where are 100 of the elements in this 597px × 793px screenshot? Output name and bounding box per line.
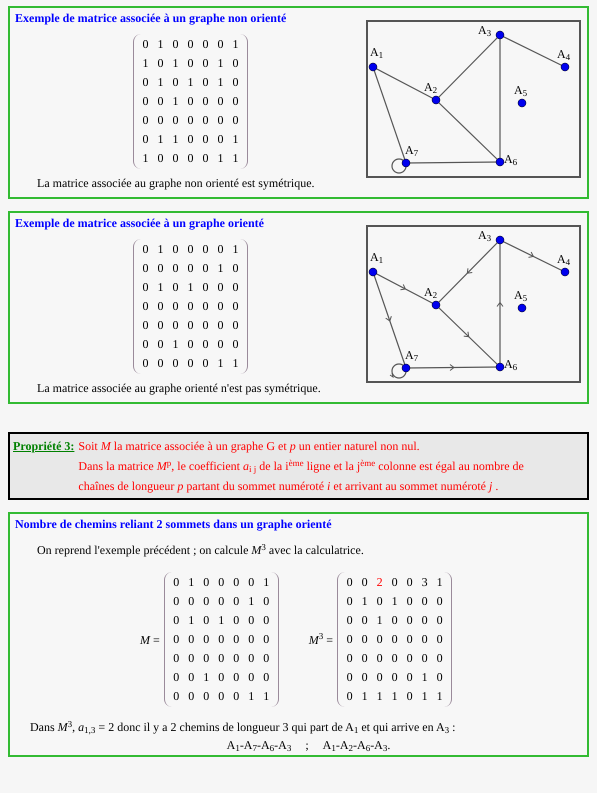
matrix-entry: 0 [390, 574, 399, 591]
matrix-entry: 0 [217, 669, 226, 686]
matrix-entry: 0 [172, 574, 180, 591]
vertex-label: A$_{5}$ [514, 83, 528, 97]
matrix-entry: 0 [156, 336, 164, 353]
matrix-entry: 0 [436, 612, 444, 629]
matrix-entry: 1 [360, 688, 369, 705]
matrix-entry: 0 [436, 650, 444, 667]
matrix-entry: 1 [247, 688, 256, 705]
matrix-entry: 0 [172, 612, 180, 629]
vertex-dot [402, 364, 410, 372]
matrix-entry: 0 [186, 36, 194, 53]
matrix-entry: 0 [142, 241, 150, 258]
matrix-entry: 0 [202, 317, 210, 334]
matrix-entry: 1 [172, 93, 180, 110]
matrix-entry: 0 [156, 260, 164, 277]
matrix-entry: 1 [360, 593, 369, 610]
matrix-entry: 0 [262, 612, 270, 629]
vertex-dot [368, 268, 378, 276]
matrix-entry: 1 [232, 355, 240, 372]
matrix-entry: 0 [186, 150, 194, 167]
matrix-entry: 0 [360, 650, 369, 667]
property-text: chaînes de longueur p partant du sommet numéroté i et arrivant au sommet numéroté j . [78, 478, 500, 495]
matrix-entry: 1 [156, 241, 164, 258]
matrix-entry: 0 [172, 631, 180, 648]
matrix-entry: 0 [360, 574, 369, 591]
matrix-entry: 1 [247, 593, 256, 610]
matrix-entry: 0 [247, 631, 256, 648]
matrix-entry: 0 [436, 593, 444, 610]
matrix-entry: 0 [172, 317, 180, 334]
matrix-entry: 0 [142, 36, 150, 53]
vertex-label: A$_{2}$ [424, 80, 438, 94]
matrix-entry: 0 [420, 593, 429, 610]
matrix-entry: 1 [232, 131, 240, 148]
matrix-entry: 0 [202, 650, 210, 667]
vertex-dot [432, 96, 440, 104]
matrix-entry: 0 [376, 593, 384, 610]
matrix-entry: 0 [172, 650, 180, 667]
section-title: Nombre de chemins reliant 2 sommets dans un graphe orienté [15, 516, 333, 532]
matrix-entry: 0 [262, 631, 270, 648]
matrix-entry: 0 [216, 298, 224, 315]
matrix-entry: 0 [156, 112, 164, 129]
matrix-entry: 0 [172, 241, 180, 258]
matrix-entry: 0 [202, 131, 210, 148]
matrix-entry: 1 [172, 131, 180, 148]
matrix-entry: 2 [376, 574, 384, 591]
matrix-entry: 0 [390, 631, 399, 648]
conclusion-text: Dans M$^{3}$, a$_{1,3}$ = 2 donc il y a 2 chemins de longueur 3 qui part de A$_{1}$ et qui arrive en A$_{3}$ : [30, 719, 456, 735]
matrix-entry: 0 [360, 612, 369, 629]
note-text: La matrice associée au graphe non orienté est symétrique. [37, 175, 316, 191]
matrix-entry: 1 [232, 150, 240, 167]
vertex-label: A$_{3}$ [478, 23, 492, 37]
matrix-entry: 0 [142, 74, 150, 91]
vertex-dot [560, 268, 570, 276]
matrix-entry: 1 [142, 55, 150, 72]
matrix-entry: 0 [232, 669, 240, 686]
matrix-entry: 0 [156, 55, 164, 72]
matrix-entry: 1 [376, 612, 384, 629]
section-title: Exemple de matrice associée à un graphe non orienté [15, 10, 288, 26]
vertex-label: A$_{4}$ [557, 47, 570, 61]
matrix-entry: 0 [172, 669, 180, 686]
matrix-entry: 0 [186, 336, 194, 353]
matrix-entry: 0 [186, 112, 194, 129]
matrix-entry: 0 [436, 669, 444, 686]
matrix-entry: 0 [360, 669, 369, 686]
vertex-dot [518, 304, 526, 312]
matrix-entry: 0 [186, 55, 194, 72]
matrix-entry: 0 [390, 612, 399, 629]
matrix-entry: 0 [187, 593, 196, 610]
vertex-dot [496, 236, 504, 244]
matrix-entry: 0 [187, 631, 196, 648]
matrix-entry: 0 [232, 112, 240, 129]
matrix-entry: 0 [406, 612, 414, 629]
matrix-entry: 0 [390, 650, 399, 667]
matrix-entry: 0 [186, 131, 194, 148]
matrix-entry: 1 [232, 36, 240, 53]
matrix-entry: 0 [346, 650, 354, 667]
matrix-entry: 1 [217, 612, 226, 629]
matrix-entry: 0 [376, 650, 384, 667]
matrix-entry: 0 [142, 355, 150, 372]
matrix-entry: 0 [156, 298, 164, 315]
matrix-entry: 0 [186, 241, 194, 258]
matrix-entry: 0 [217, 688, 226, 705]
matrix-entry: 0 [420, 612, 429, 629]
vertex-label: A$_{6}$ [504, 152, 518, 166]
vertex-label: A$_{3}$ [478, 228, 492, 242]
matrix-entry: 0 [187, 669, 196, 686]
matrix-entry: 1 [390, 688, 399, 705]
matrix-entry: 1 [232, 241, 240, 258]
matrix-entry: 0 [202, 93, 210, 110]
matrix-entry: 0 [186, 260, 194, 277]
vertex-dot [368, 62, 378, 72]
matrix-entry: 0 [202, 355, 210, 372]
matrix-entry: 0 [172, 260, 180, 277]
vertex-label: A$_{1}$ [370, 250, 384, 264]
matrix-entry: 0 [262, 650, 270, 667]
matrix-entry: 0 [232, 317, 240, 334]
matrix-entry: 0 [262, 593, 270, 610]
matrix-entry: 0 [202, 279, 210, 296]
matrix-entry: 1 [156, 74, 164, 91]
